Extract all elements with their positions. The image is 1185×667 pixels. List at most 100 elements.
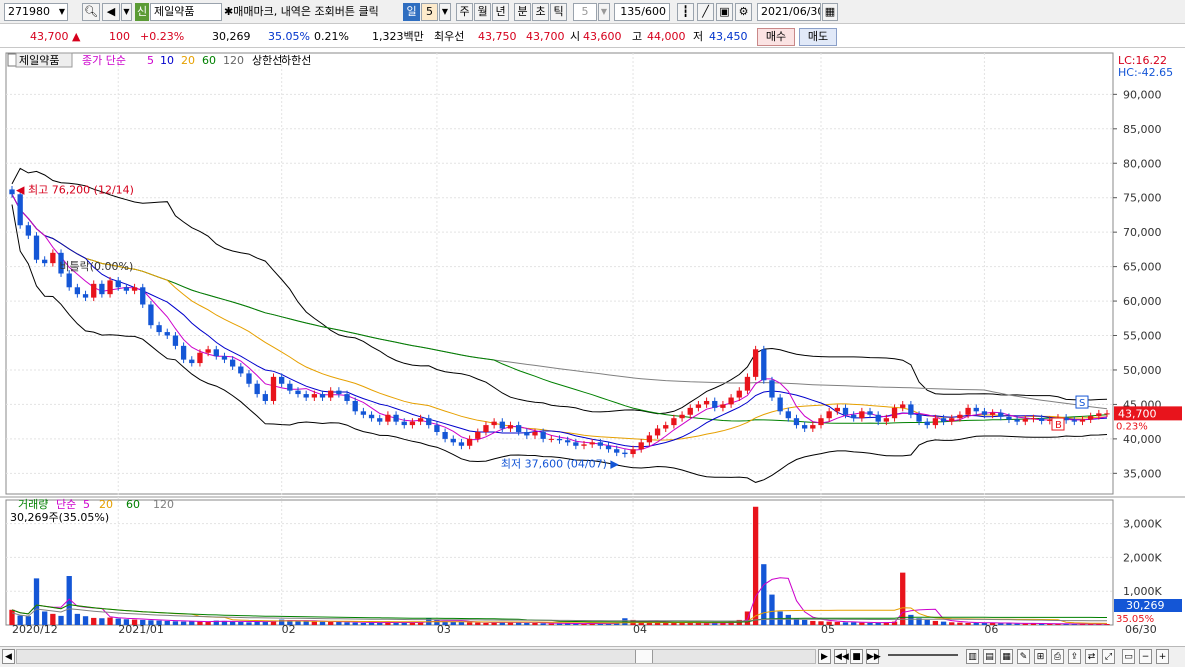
candle-body [752,349,759,377]
export-icon[interactable]: ⇪ [1068,649,1081,664]
volume-bar [311,621,318,625]
stock-code-input[interactable]: 271980 ▼ [4,3,68,21]
candle-body [916,414,922,422]
candle-style-icon[interactable]: ┇ [677,3,694,21]
volume-bar [556,623,563,625]
candle-body [82,294,89,298]
candle-body [450,438,456,443]
upper-band-line [11,167,1108,415]
period-day-button[interactable]: 일 [403,3,420,21]
candle-body [74,287,81,295]
new-listing-badge: 신 [135,3,149,21]
buy-button[interactable]: 매수 [757,28,795,46]
layout-icon[interactable]: ⊞ [1034,649,1047,664]
candle-body [148,304,154,326]
calendar-icon[interactable]: ▦ [822,3,838,21]
candle-body [548,438,554,440]
candle-body [377,418,383,422]
candle-body [614,449,620,453]
period-minute-button[interactable]: 분 [514,3,531,21]
stock-chart[interactable]: 35,00040,00045,00050,00055,00060,00065,0… [0,48,1185,646]
settings-icon[interactable]: ⚙ [735,3,752,21]
candle-body [66,273,72,288]
candle-body [663,425,669,429]
y-tick-label: 60,000 [1123,295,1162,308]
scroll-left-icon[interactable]: ◀ [2,649,15,664]
volume-bar [515,622,522,625]
candle-body [393,414,399,422]
link-icon[interactable]: ⇄ [1085,649,1098,664]
search-icon[interactable]: 🔍︎ [82,3,100,21]
candle-body [712,400,718,408]
stop-icon[interactable]: ■ [850,649,863,664]
volume-bar [82,616,89,625]
tick-dropdown-icon[interactable]: ▼ [598,3,610,21]
candle-body [42,259,48,264]
candle-body [319,394,326,398]
candle-body [458,442,465,446]
candle-body [924,421,930,426]
buy-mark: B [1055,420,1062,431]
volume-info: 30,269주(35.05%) [10,511,109,524]
rewind-icon[interactable]: ◀◀ [834,649,849,664]
candle-body [891,407,898,419]
volume-bar [466,622,473,625]
ma20-line [11,194,1108,441]
save-icon[interactable]: ▣ [716,3,733,21]
period-count-input[interactable]: 5 [421,3,438,21]
volume-legend-entry: 20 [99,498,113,511]
volume-legend-entry: 120 [153,498,174,511]
scroll-thumb[interactable] [635,650,653,663]
volume-tick-label: 2,000K [1123,551,1162,564]
legend-entry: 하한선 [281,53,311,67]
line-view-icon[interactable]: ▤ [983,649,996,664]
tool-icon[interactable]: ✎ [1017,649,1030,664]
volume-bar [238,621,244,625]
scroll-track[interactable] [16,649,816,664]
expand-icon[interactable]: ⤢ [1102,649,1115,664]
period-count-dropdown-icon[interactable]: ▼ [439,3,451,21]
line-chart-icon[interactable]: ╱ [697,3,714,21]
tick-value-input[interactable]: 5 [573,3,597,21]
volume-bar [834,621,840,625]
candle-body [524,431,530,436]
period-week-button[interactable]: 주 [456,3,473,21]
candle-body [115,280,121,288]
print-icon[interactable]: ⎙ [1051,649,1064,664]
zoom-slider[interactable] [888,654,958,656]
period-month-button[interactable]: 월 [474,3,491,21]
volume-bar [851,622,857,625]
volume-bar [785,614,791,625]
period-second-button[interactable]: 초 [532,3,549,21]
volume-bar [1014,623,1020,625]
legend-entry: 5 [147,54,154,67]
sell-button[interactable]: 매도 [799,28,837,46]
candle-body [17,194,23,226]
period-tick-button[interactable]: 틱 [550,3,567,21]
zoom-in-icon[interactable]: + [1156,649,1169,664]
zoom-out-icon[interactable]: − [1139,649,1152,664]
candle-body [605,445,612,450]
volume-bar [328,621,334,625]
data-count-field[interactable]: 135/600 [614,3,670,21]
date-input[interactable]: 2021/06/30 [757,3,821,21]
volume-bar [908,614,914,625]
fast-forward-icon[interactable]: ▶▶ [866,649,881,664]
candle-body [826,411,832,419]
candle-body [957,414,963,419]
volume-bar [123,619,130,625]
stock-name-field[interactable]: 제일약품 [150,3,222,21]
zoom-reset-icon[interactable]: ▭ [1122,649,1135,664]
candle-body [834,407,840,412]
volume-bar [801,619,808,625]
high-label: 고 [632,30,643,43]
period-year-button[interactable]: 년 [492,3,509,21]
candle-body [50,252,56,264]
sound-dropdown-icon[interactable]: ▼ [121,3,132,21]
sound-icon[interactable]: ◀ [102,3,120,21]
bar-view-icon[interactable]: ▥ [966,649,979,664]
candle-body [842,407,849,415]
scroll-right-icon[interactable]: ▶ [818,649,831,664]
candle-body [1038,418,1045,421]
grid-icon[interactable]: ▦ [1000,649,1013,664]
